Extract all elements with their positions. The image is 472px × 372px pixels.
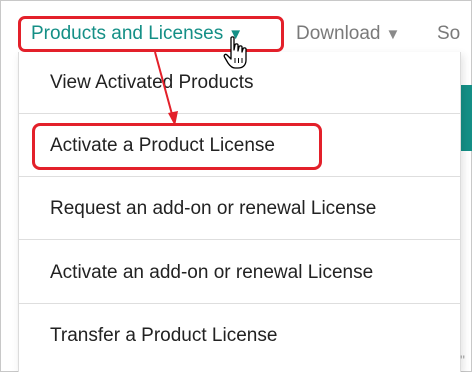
- nav-support-truncated[interactable]: So: [437, 20, 460, 48]
- menu-item-label: Transfer a Product License: [50, 325, 278, 346]
- menu-item-label: View Activated Products: [50, 71, 254, 93]
- menu-item-transfer-product-license[interactable]: Transfer a Product License: [19, 305, 460, 367]
- menu-item-label: Request an add-on or renewal License: [50, 197, 377, 219]
- menu-item-activate-product-license[interactable]: Activate a Product License: [19, 115, 460, 177]
- nav-support-label: So: [437, 23, 461, 44]
- menu-item-label: Activate an add-on or renewal License: [50, 261, 374, 283]
- menu-item-activate-addon-renewal[interactable]: Activate an add-on or renewal License: [19, 242, 460, 304]
- products-dropdown-menu: View Activated Products Activate a Produ…: [18, 52, 461, 372]
- nav-products-and-licenses-label: Products and Licenses: [31, 23, 224, 44]
- edge-quote-mark: ": [460, 352, 465, 368]
- nav-download-label: Download: [296, 23, 381, 44]
- menu-item-request-addon-renewal[interactable]: Request an add-on or renewal License: [19, 178, 460, 240]
- nav-products-and-licenses[interactable]: Products and Licenses ▼: [31, 20, 243, 48]
- hand-cursor-icon: [223, 36, 247, 69]
- caret-down-icon: ▼: [385, 25, 401, 43]
- menu-item-label: Activate a Product License: [50, 134, 275, 156]
- nav-download[interactable]: Download ▼: [296, 20, 400, 48]
